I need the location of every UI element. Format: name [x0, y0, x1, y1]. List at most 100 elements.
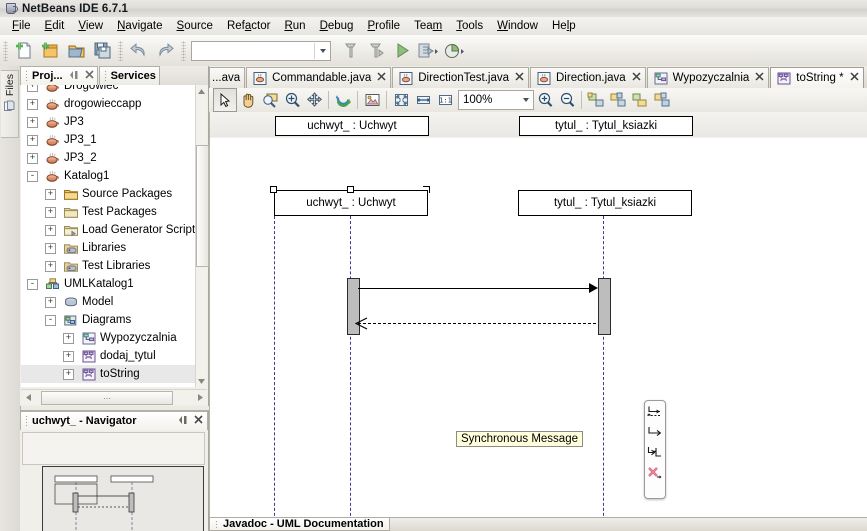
- editor-tab-close-icon[interactable]: [515, 72, 524, 84]
- tree-expand-toggle[interactable]: +: [27, 85, 38, 92]
- tab-javadoc-uml-documentation[interactable]: Javadoc - UML Documentation: [209, 518, 390, 531]
- tree-expand-toggle[interactable]: +: [45, 188, 56, 200]
- selection-handle-top-right[interactable]: [423, 186, 430, 193]
- tree-node-umlkatalog1[interactable]: - UMLKatalog1: [21, 275, 197, 293]
- tab-navigator[interactable]: uchwyt_ - Navigator: [20, 411, 208, 430]
- minimize-icon[interactable]: [68, 70, 80, 83]
- menu-tools[interactable]: Tools: [449, 18, 490, 34]
- editor-tab-direction-java[interactable]: Direction.java: [530, 67, 646, 88]
- tree-node-drogowieccapp[interactable]: + drogowieccapp: [21, 95, 197, 113]
- tab-services[interactable]: Services: [98, 66, 160, 85]
- tree-expand-toggle[interactable]: +: [63, 368, 74, 380]
- scroll-down-icon[interactable]: [196, 375, 207, 387]
- tree-node-tostring[interactable]: + toString: [21, 365, 197, 383]
- move-tool-icon[interactable]: [303, 89, 325, 111]
- new-file-icon[interactable]: [11, 38, 37, 63]
- selection-handle-top-left[interactable]: [270, 186, 277, 193]
- actual-size-icon[interactable]: 1:1: [434, 89, 456, 111]
- tree-collapse-toggle[interactable]: -: [27, 170, 38, 182]
- toolbar-grip-3[interactable]: [181, 40, 186, 61]
- message-return-line[interactable]: [358, 323, 596, 324]
- menu-file[interactable]: File: [5, 18, 38, 34]
- tree-node-libraries[interactable]: + Libraries: [21, 239, 197, 257]
- tree-node-test-packages[interactable]: + Test Packages: [21, 203, 197, 221]
- toolbar-grip[interactable]: [3, 40, 8, 61]
- tree-node-jp3-2[interactable]: + JP3_2: [21, 149, 197, 167]
- sequence-diagram-surface[interactable]: uchwyt_ : Uchwyt tytul_ : Tytul_ksiazki: [210, 138, 867, 531]
- align-left-icon[interactable]: [585, 89, 607, 111]
- tree-expand-toggle[interactable]: +: [45, 296, 56, 308]
- editor-tab-close-icon[interactable]: [755, 72, 764, 84]
- tree-expand-toggle[interactable]: +: [27, 116, 38, 128]
- message-synchronous-line[interactable]: [358, 288, 596, 289]
- tree-node-jp3-1[interactable]: + JP3_1: [21, 131, 197, 149]
- delete-message-icon[interactable]: [646, 463, 664, 483]
- build-project-icon[interactable]: [337, 38, 363, 63]
- tree-node-source-packages[interactable]: + Source Packages: [21, 185, 197, 203]
- tree-node-jp3[interactable]: + JP3: [21, 113, 197, 131]
- message-type-palette[interactable]: [644, 400, 666, 499]
- run-project-icon[interactable]: [389, 38, 415, 63]
- editor-tab-wypozyczalnia[interactable]: Wypozyczalnia: [646, 67, 770, 88]
- tree-node-test-libraries[interactable]: + Test Libraries: [21, 257, 197, 275]
- editor-tab-ava[interactable]: ...ava: [209, 67, 246, 88]
- editor-tab-close-icon[interactable]: [850, 72, 859, 84]
- tree-collapse-toggle[interactable]: -: [27, 278, 38, 290]
- editor-tab-directiontest-java[interactable]: DirectionTest.java: [392, 67, 529, 88]
- tree-expand-toggle[interactable]: +: [45, 224, 56, 236]
- menu-refactor[interactable]: Refactor: [220, 18, 277, 34]
- fit-diagram-icon[interactable]: [390, 89, 412, 111]
- align-center-icon[interactable]: [607, 89, 629, 111]
- open-project-icon[interactable]: [63, 38, 89, 63]
- sidebar-item-files[interactable]: Files: [1, 70, 19, 138]
- menu-run[interactable]: Run: [277, 18, 312, 34]
- tree-expand-toggle[interactable]: +: [45, 242, 56, 254]
- tree-node-dodaj-tytul[interactable]: + dodaj_tytul: [21, 347, 197, 365]
- tree-node-diagrams[interactable]: - Diagrams: [21, 311, 197, 329]
- menu-window[interactable]: Window: [490, 18, 545, 34]
- diagram-canvas[interactable]: uchwyt_ : Uchwyt tytul_ : Tytul_ksiazki …: [209, 112, 867, 531]
- tree-node-model[interactable]: + Model: [21, 293, 197, 311]
- scroll-right-icon[interactable]: [193, 393, 207, 401]
- editor-tab-commandable-java[interactable]: Commandable.java: [246, 67, 392, 88]
- activation-bar-tytul[interactable]: [598, 278, 611, 335]
- debug-project-icon[interactable]: [415, 38, 441, 63]
- tree-collapse-toggle[interactable]: -: [45, 314, 56, 326]
- tree-expand-toggle[interactable]: +: [63, 332, 74, 344]
- zoom-region-icon[interactable]: [259, 89, 281, 111]
- profile-project-icon[interactable]: [441, 38, 467, 63]
- lifeline-header-uchwyt[interactable]: uchwyt_ : Uchwyt: [274, 190, 428, 216]
- tree-node-load-generator-script[interactable]: + Load Generator Script: [21, 221, 197, 239]
- chevron-down-icon[interactable]: [314, 42, 330, 59]
- editor-tab-close-icon[interactable]: [632, 72, 641, 84]
- synchronous-message-icon[interactable]: [646, 403, 664, 423]
- menu-profile[interactable]: Profile: [360, 18, 407, 34]
- navigator-minimize-icon[interactable]: [177, 415, 189, 428]
- clean-build-icon[interactable]: [363, 38, 389, 63]
- menu-edit[interactable]: Edit: [38, 18, 72, 34]
- menu-source[interactable]: Source: [170, 18, 220, 34]
- distribute-icon[interactable]: [651, 89, 673, 111]
- project-tree-vscrollbar[interactable]: [195, 85, 209, 387]
- tree-expand-toggle[interactable]: +: [27, 134, 38, 146]
- editor-tab-close-icon[interactable]: [377, 72, 386, 84]
- menu-debug[interactable]: Debug: [313, 18, 361, 34]
- tab-projects[interactable]: Proj...: [20, 66, 98, 85]
- tree-node-drogowiec[interactable]: + Drogowiec: [21, 85, 197, 95]
- fit-width-icon[interactable]: [412, 89, 434, 111]
- vscroll-thumb[interactable]: [196, 145, 209, 267]
- redo-icon[interactable]: [152, 38, 178, 63]
- navigator-close-icon[interactable]: [194, 415, 203, 427]
- tree-expand-toggle[interactable]: +: [45, 206, 56, 218]
- zoom-chevron-down-icon[interactable]: [518, 98, 533, 102]
- menu-view[interactable]: View: [71, 18, 110, 34]
- save-all-icon[interactable]: [89, 38, 115, 63]
- close-icon[interactable]: [84, 70, 94, 82]
- project-tree-hscrollbar[interactable]: ⋯: [21, 389, 207, 405]
- align-right-icon[interactable]: [629, 89, 651, 111]
- undo-icon[interactable]: [126, 38, 152, 63]
- tree-expand-toggle[interactable]: +: [45, 260, 56, 272]
- create-message-icon[interactable]: [646, 443, 664, 463]
- tree-node-katalog1[interactable]: - Katalog1: [21, 167, 197, 185]
- tree-expand-toggle[interactable]: +: [63, 350, 74, 362]
